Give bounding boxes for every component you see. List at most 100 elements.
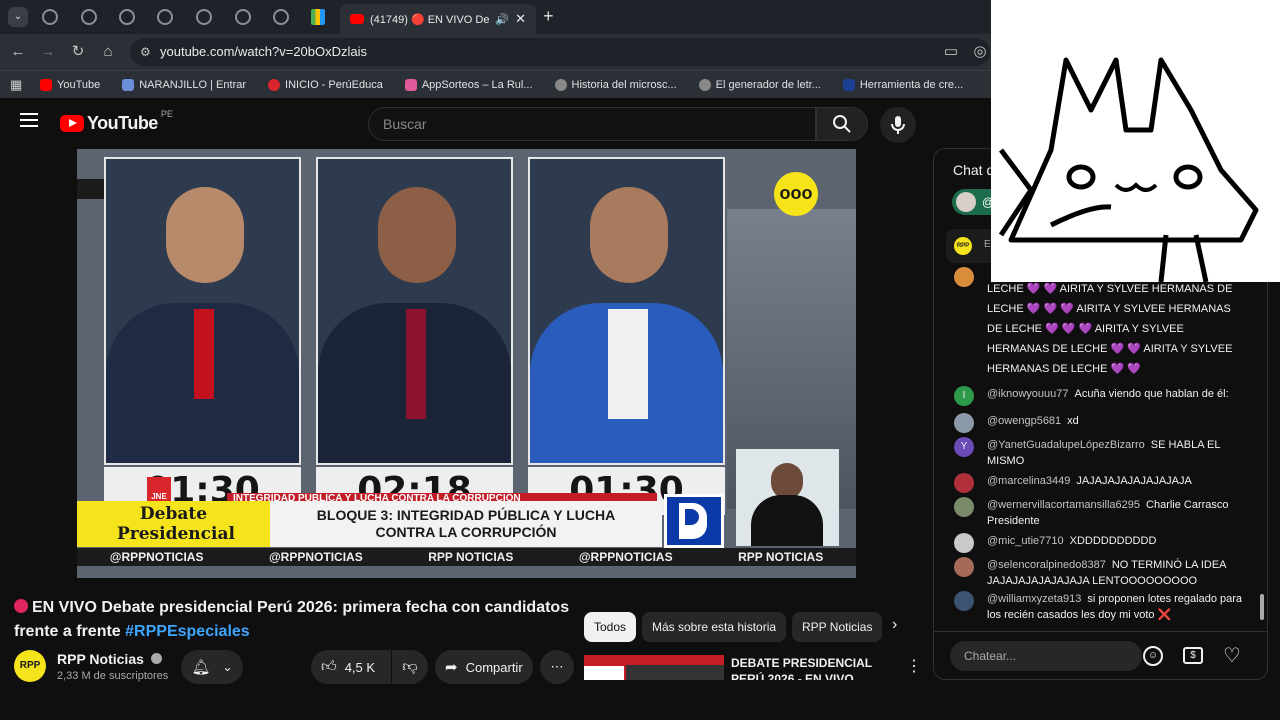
- chat-author[interactable]: @williamxyzeta913: [987, 593, 1081, 605]
- chat-author[interactable]: @owengp5681: [987, 415, 1061, 427]
- debate-label: Debate Presidencial: [77, 501, 270, 547]
- bookmark-appsorteos[interactable]: AppSorteos – La Rul...: [404, 78, 533, 91]
- chat-header-title: Chat d: [953, 162, 995, 178]
- bookmark-generador[interactable]: El generador de letr...: [698, 78, 821, 91]
- back-button[interactable]: ←: [8, 42, 28, 62]
- super-chat-icon[interactable]: $: [1183, 647, 1203, 664]
- avatar: Y: [954, 437, 974, 457]
- channel-name[interactable]: RPP Noticias: [57, 651, 162, 667]
- cat-doodle-icon: [998, 57, 1259, 283]
- perueduca-icon: [268, 78, 281, 91]
- youtube-play-icon: [60, 115, 84, 132]
- tab-favicon[interactable]: [273, 9, 289, 25]
- tab-favicon[interactable]: [196, 9, 212, 25]
- chat-message-text: JAJAJAJAJAJAJAJAJA: [1076, 475, 1192, 487]
- url-text: youtube.com/watch?v=20bOxDzlais: [160, 44, 368, 59]
- chat-message-text: LECHE 💜 💜 AIRITA Y SYLVEE HERMANAS DE LE…: [987, 283, 1233, 375]
- emoji-icon[interactable]: ☺: [1143, 646, 1163, 666]
- related-thumbnail[interactable]: [584, 655, 724, 680]
- home-button[interactable]: ⌂: [98, 42, 118, 62]
- channel-avatar[interactable]: RPP: [14, 650, 46, 682]
- apps-grid-icon[interactable]: ▦: [10, 77, 22, 93]
- video-player[interactable]: 22:44 01:30 02:18 01:30 ooo JNE INTEGRID…: [77, 149, 856, 578]
- chat-message: @mic_utie7710 XDDDDDDDDDD: [954, 533, 1244, 553]
- social-handle: RPP NOTICIAS: [738, 550, 824, 564]
- audio-playing-icon[interactable]: 🔊: [495, 13, 509, 26]
- avatar: [954, 413, 974, 433]
- chat-author[interactable]: @mic_utie7710: [987, 535, 1064, 547]
- tab-favicon[interactable]: [311, 9, 325, 25]
- tab-favicon[interactable]: [42, 9, 58, 25]
- tab-favicon[interactable]: [119, 9, 135, 25]
- chat-message: @williamxyzeta913 si proponen lotes regal…: [954, 591, 1244, 623]
- address-bar[interactable]: ⚙ youtube.com/watch?v=20bOxDzlais: [130, 38, 990, 66]
- tab-favicon[interactable]: [157, 9, 173, 25]
- candidate-head: [166, 187, 244, 283]
- search-button[interactable]: [816, 107, 868, 141]
- bookmark-perueduca[interactable]: INICIO - PerúEduca: [268, 78, 383, 91]
- chat-message: @marcelina3449 JAJAJAJAJAJAJAJAJA: [954, 473, 1244, 493]
- youtube-logo[interactable]: YouTube PE: [60, 109, 173, 134]
- chat-message: I @iknowyouuu77 Acuña viendo que hablan d…: [954, 386, 1244, 406]
- chip-rpp[interactable]: RPP Noticias: [792, 612, 883, 642]
- site-info-icon[interactable]: ⚙: [140, 38, 151, 66]
- active-tab-title: (41749) 🔴 EN VIVO Debate: [370, 13, 490, 26]
- bell-icon: 🔔︎: [191, 659, 211, 676]
- notifications-button[interactable]: 🔔︎ ⌄: [181, 650, 243, 684]
- avatar: [954, 591, 974, 611]
- youtube-logo-text: YouTube: [87, 113, 158, 133]
- lens-icon[interactable]: ◎: [970, 42, 990, 62]
- tab-favicon[interactable]: [235, 9, 251, 25]
- chat-author[interactable]: @selencoralpinedo8387: [987, 559, 1106, 571]
- cast-icon[interactable]: ▭: [941, 42, 961, 62]
- avatar: [954, 473, 974, 493]
- related-more-icon[interactable]: ⋮: [906, 656, 922, 676]
- more-actions-button[interactable]: ⋯: [540, 650, 574, 684]
- chat-author[interactable]: @YanetGuadalupeLópezBizarro: [987, 439, 1145, 451]
- chips-next-icon[interactable]: ›: [892, 616, 897, 634]
- sign-interpreter: [736, 449, 839, 546]
- tab-favicon[interactable]: [81, 9, 97, 25]
- chat-scrollbar[interactable]: [1260, 594, 1264, 620]
- forward-button[interactable]: →: [38, 42, 58, 62]
- avatar: [954, 267, 974, 287]
- rpp-p-logo: [664, 494, 724, 548]
- chip-all[interactable]: Todos: [584, 612, 637, 642]
- chat-author[interactable]: @iknowyouuu77: [987, 388, 1069, 400]
- new-tab-button[interactable]: +: [543, 6, 554, 27]
- voice-search-button[interactable]: [880, 107, 916, 143]
- hashtag-link[interactable]: #RPPEspeciales: [125, 623, 250, 640]
- like-button[interactable]: 👍︎ 4,5 K: [311, 650, 391, 684]
- bookmark-herramienta[interactable]: Herramienta de cre...: [842, 78, 963, 91]
- heart-icon[interactable]: ♡: [1223, 643, 1241, 668]
- tab-close-icon[interactable]: ✕: [515, 11, 526, 27]
- dislike-button[interactable]: 👎︎: [392, 650, 428, 684]
- reload-button[interactable]: ↻: [68, 42, 88, 62]
- bookmark-historia[interactable]: Historia del microsc...: [554, 78, 677, 91]
- avatar: [954, 533, 974, 553]
- chat-author[interactable]: @marcelina3449: [987, 475, 1070, 487]
- social-handle: @RPPNOTICIAS: [268, 550, 363, 564]
- bookmark-naranjillo[interactable]: NARANJILLO | Entrar: [122, 78, 246, 91]
- chat-message: @owengp5681 xd: [954, 413, 1244, 433]
- menu-icon[interactable]: [20, 113, 38, 127]
- chat-input[interactable]: Chatear...: [950, 641, 1142, 671]
- chat-divider: [934, 631, 1267, 632]
- active-tab[interactable]: (41749) 🔴 EN VIVO Debate 🔊 ✕: [340, 4, 536, 34]
- globe-icon: [698, 78, 711, 91]
- subscriber-count: 2,33 M de suscriptores: [57, 670, 169, 682]
- youtube-favicon-icon: [350, 14, 364, 24]
- bookmark-youtube[interactable]: YouTube: [40, 78, 100, 91]
- cat-sticker-overlay: [991, 0, 1280, 283]
- candidate-tie: [194, 309, 214, 399]
- tab-search-button[interactable]: ⌄: [8, 7, 28, 27]
- chip-more-story[interactable]: Más sobre esta historia: [642, 612, 787, 642]
- chat-author[interactable]: @wernervillacortamansilla6295: [987, 499, 1140, 511]
- appsorteos-icon: [404, 78, 417, 91]
- region-code: PE: [160, 109, 173, 119]
- search-input[interactable]: Buscar: [368, 107, 816, 141]
- related-title[interactable]: DEBATE PRESIDENCIAL PERÚ 2026 - EN VIVO: [731, 655, 901, 680]
- chat-message-text: xd: [1067, 415, 1079, 427]
- naranjillo-icon: [122, 78, 135, 91]
- share-button[interactable]: ➦ Compartir: [435, 650, 533, 684]
